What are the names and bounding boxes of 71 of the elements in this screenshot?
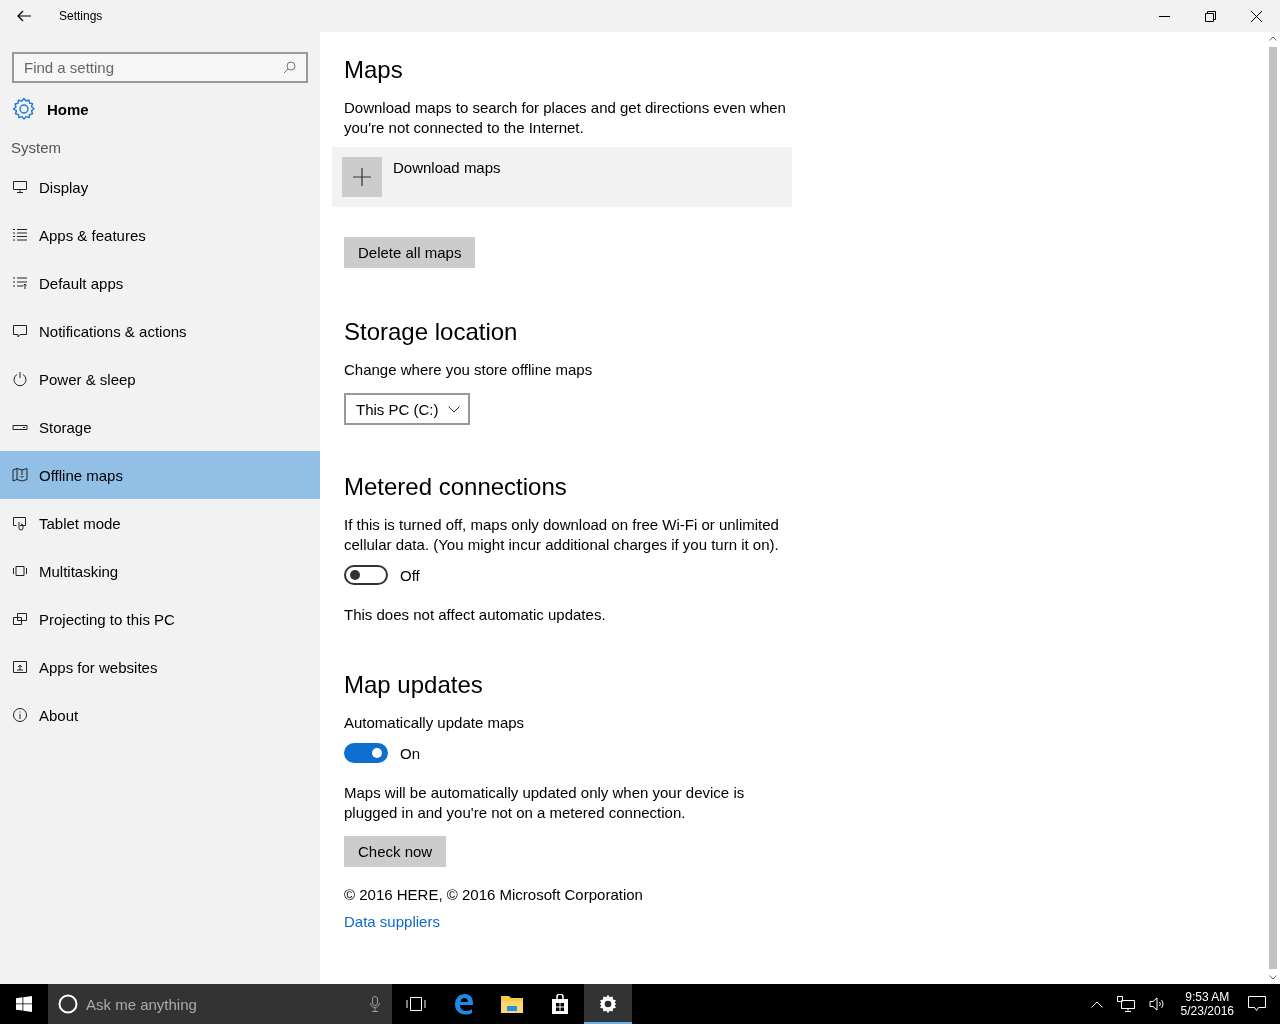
- restore-icon[interactable]: [1205, 10, 1216, 22]
- nav-item[interactable]: Tablet mode: [0, 499, 320, 547]
- network-icon[interactable]: [1116, 996, 1135, 1012]
- nav-item[interactable]: Apps & features: [0, 211, 320, 259]
- microphone-icon: [370, 996, 380, 1012]
- field-label: Change where you store offline maps: [344, 360, 594, 380]
- circle-icon: [58, 994, 78, 1014]
- settings-icon: [598, 994, 618, 1014]
- search-field[interactable]: Find a setting: [12, 52, 308, 83]
- close-icon[interactable]: [1251, 10, 1262, 22]
- description: Download maps to search for places and get directions even when you're not connected to the Internet.: [344, 98, 787, 138]
- section-heading: System: [11, 139, 62, 158]
- list-icon: [12, 275, 28, 291]
- nav-item[interactable]: Notifications & actions: [0, 307, 320, 355]
- clock[interactable]: 9:53 AM 5/23/2016: [1180, 990, 1234, 1018]
- speech-bubble-icon: [12, 323, 28, 339]
- folder-icon: [501, 995, 523, 1013]
- task-view-icon: [406, 997, 426, 1011]
- screens-icon: [12, 611, 28, 627]
- home-link[interactable]: Home: [12, 92, 308, 126]
- monitor-icon: [12, 179, 28, 195]
- back-icon[interactable]: [17, 10, 31, 22]
- scroll-up-icon[interactable]: [1269, 36, 1277, 41]
- info-icon: [12, 707, 28, 723]
- description: Maps will be automatically updated only when your device is plugged in and you're not on a metered connection.: [344, 783, 746, 823]
- storage-dropdown[interactable]: This PC (C:): [344, 393, 470, 425]
- notification-icon[interactable]: [1248, 996, 1266, 1012]
- copyright: © 2016 HERE, © 2016 Microsoft Corporation: [344, 885, 644, 905]
- note: This does not affect automatic updates.: [344, 605, 607, 625]
- nav-item[interactable]: Display: [0, 163, 320, 211]
- list-icon: [12, 227, 28, 243]
- section-title: Storage location: [344, 318, 519, 346]
- nav-item[interactable]: Power & sleep: [0, 355, 320, 403]
- description: If this is turned off, maps only download on free Wi-Fi or unlimited cellular data. (You might incur additional charges if you turn it on).: [344, 515, 780, 555]
- nav-item[interactable]: Default apps: [0, 259, 320, 307]
- section-title: Maps: [344, 56, 404, 84]
- window-title: Settings: [59, 9, 103, 23]
- upload-icon: [12, 659, 28, 675]
- toggle-state: On: [400, 744, 420, 762]
- tablet-icon: [12, 515, 28, 531]
- nav-item[interactable]: Projecting to this PC: [0, 595, 320, 643]
- gear-icon: [12, 97, 36, 121]
- scroll-down-icon[interactable]: [1269, 975, 1277, 980]
- download-maps-button[interactable]: Download maps: [332, 147, 792, 207]
- nav-item[interactable]: About: [0, 691, 320, 739]
- search-icon: [283, 61, 296, 74]
- data-suppliers-link[interactable]: Data suppliers: [344, 913, 440, 930]
- plus-icon: [342, 157, 382, 197]
- nav-item[interactable]: Apps for websites: [0, 643, 320, 691]
- delete-all-maps-button[interactable]: Delete all maps: [344, 237, 476, 268]
- chevron-down-icon: [447, 405, 460, 413]
- map-icon: [12, 467, 28, 483]
- nav-item[interactable]: Multitasking: [0, 547, 320, 595]
- toggle-switch[interactable]: [344, 565, 388, 585]
- toggle-state: Off: [400, 566, 420, 584]
- settings-button[interactable]: [584, 984, 632, 1024]
- chevron-up-icon[interactable]: [1090, 1000, 1103, 1008]
- speaker-icon[interactable]: [1148, 997, 1167, 1011]
- toggle-switch[interactable]: [344, 743, 388, 763]
- windows-icon: [16, 996, 32, 1012]
- shopping-bag-icon: [550, 994, 570, 1014]
- taskbar-search-field[interactable]: Ask me anything: [48, 984, 392, 1024]
- field-label: Automatically update maps: [344, 713, 526, 733]
- e-letter-icon: [453, 993, 475, 1015]
- nav-item[interactable]: Storage: [0, 403, 320, 451]
- nav-item[interactable]: Offline maps: [0, 451, 320, 499]
- check-now-button[interactable]: Check now: [344, 836, 447, 867]
- section-title: Map updates: [344, 671, 484, 699]
- window-icon: [12, 563, 28, 579]
- power-icon: [12, 371, 28, 387]
- section-title: Metered connections: [344, 473, 568, 501]
